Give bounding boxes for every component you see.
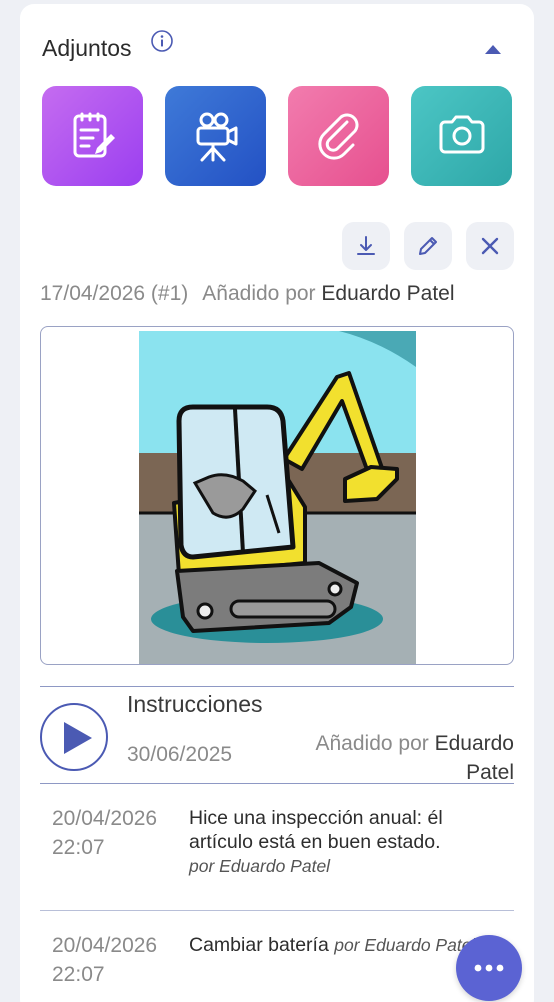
attachment-actions [342,222,514,270]
added-by-label: Añadido por [315,732,429,755]
log-item[interactable]: 20/04/2026 22:07 Hice una inspección anu… [40,784,514,911]
camera-icon [439,115,484,154]
play-button[interactable] [40,703,108,771]
attachment-meta: 17/04/2026 (#1) Añadido por Eduardo Patel [40,282,514,306]
delete-button[interactable] [466,222,514,270]
attachment-type-buttons [42,86,512,186]
file-item[interactable]: Instrucciones 30/06/2025 Añadido por Edu… [40,686,514,784]
edit-button[interactable] [404,222,452,270]
section-title: Adjuntos [42,35,132,61]
file-date: 30/06/2025 [127,743,233,766]
log-text: Hice una inspección anual: él artículo e… [189,806,499,878]
paperclip-icon [317,113,358,160]
log-author: por Eduardo Patel [334,935,476,955]
close-icon [481,237,499,255]
log-message: Cambiar batería [189,934,329,956]
info-circle-icon[interactable] [150,29,174,53]
log-date: 20/04/2026 22:07 [52,934,158,986]
log-message: Hice una inspección anual: él artículo e… [189,807,443,853]
add-photo-button[interactable] [411,86,512,186]
log-item[interactable]: 20/04/2026 22:07 Cambiar batería por Edu… [40,911,514,1002]
download-button[interactable] [342,222,390,270]
video-camera-icon [196,112,237,162]
excavator-drawing [139,331,416,664]
attachments-card: Adjuntos 17/04/2026 (#1) Añadido por Edu… [20,4,534,1002]
download-icon [357,236,375,255]
file-name: Instrucciones [127,691,263,717]
add-video-button[interactable] [165,86,266,186]
attachment-date: 17/04/2026 (#1) [40,282,189,305]
play-icon [64,722,92,754]
note-edit-icon [73,112,115,158]
more-horizontal-icon [474,964,504,972]
section-header: Adjuntos [42,29,512,72]
file-added-by: Añadido por Eduardo Patel [284,729,514,787]
log-text: Cambiar batería por Eduardo Patel [189,933,499,957]
add-note-button[interactable] [42,86,143,186]
log-author: por Eduardo Patel [189,856,331,876]
file-author: Eduardo Patel [434,732,514,784]
more-actions-button[interactable] [456,935,522,1001]
add-file-button[interactable] [288,86,389,186]
attachment-author: Eduardo Patel [321,282,455,305]
added-by-label: Añadido por [202,282,316,305]
log-date: 20/04/2026 22:07 [52,807,158,859]
attachment-preview[interactable] [40,326,514,665]
activity-log: 20/04/2026 22:07 Hice una inspección anu… [40,784,514,1002]
pencil-icon [419,237,437,255]
chevron-up-icon[interactable] [484,42,502,56]
